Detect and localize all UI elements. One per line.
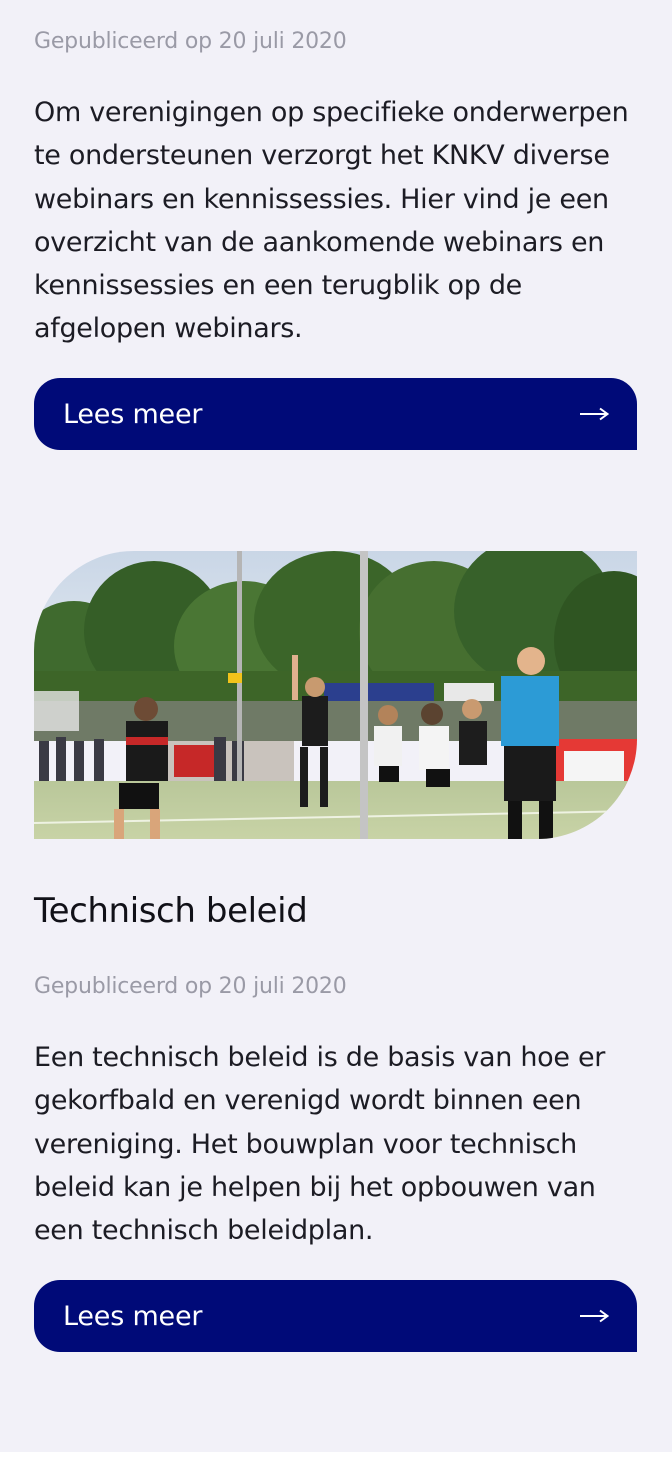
article-2-summary: Een technisch beleid is de basis van hoe… [34, 1042, 606, 1247]
article-2-image[interactable] [34, 551, 637, 839]
arrow-right-icon [580, 1309, 609, 1323]
read-more-label: Lees meer [63, 398, 203, 430]
article-2-read-more-button[interactable]: Lees meer [34, 1280, 637, 1352]
article-1-summary: Om verenigingen op specifieke onderwerpe… [34, 97, 629, 345]
read-more-label: Lees meer [63, 1300, 203, 1332]
article-1-read-more-button[interactable]: Lees meer [34, 378, 637, 450]
arrow-right-icon [580, 407, 609, 421]
page: Gepubliceerd op 20 juli 2020 Om verenigi… [0, 0, 672, 1452]
page-footer-divider [0, 1452, 672, 1458]
article-2-published-date: Gepubliceerd op 20 juli 2020 [34, 974, 347, 999]
korfball-photo [34, 551, 637, 839]
article-1-published-date: Gepubliceerd op 20 juli 2020 [34, 29, 347, 54]
article-2-title: Technisch beleid [34, 891, 308, 931]
